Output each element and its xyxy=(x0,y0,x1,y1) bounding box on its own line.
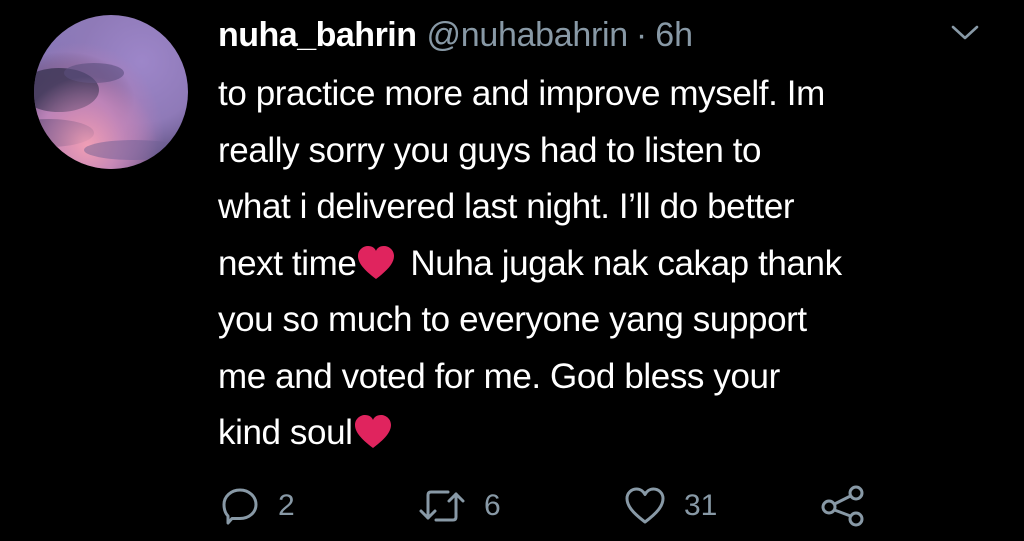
avatar-sky-image xyxy=(34,15,188,169)
like-count: 31 xyxy=(684,489,718,522)
retweet-icon xyxy=(419,490,465,522)
tweet-header: nuha_bahrin @nuhabahrin · 6h xyxy=(218,12,693,58)
tweet-actions: 2 6 31 xyxy=(0,484,1024,528)
reply-button[interactable]: 2 xyxy=(220,484,295,528)
share-icon xyxy=(821,485,864,527)
author-handle[interactable]: @nuhabahrin xyxy=(427,12,629,58)
tweet-text-line: really sorry you guys had to listen to xyxy=(218,130,762,170)
share-button[interactable] xyxy=(820,484,866,528)
retweet-button[interactable]: 6 xyxy=(418,484,501,528)
author-display-name[interactable]: nuha_bahrin xyxy=(218,12,417,58)
reply-icon xyxy=(222,488,258,525)
red-heart-emoji-icon xyxy=(354,415,391,448)
tweet-text: to practice more and improve myself. Im … xyxy=(218,66,1008,462)
reply-count: 2 xyxy=(278,489,295,522)
like-button[interactable]: 31 xyxy=(624,484,717,528)
retweet-count: 6 xyxy=(484,489,501,522)
tweet[interactable]: nuha_bahrin @nuhabahrin · 6h to practice… xyxy=(0,0,1024,541)
tweet-text-line: next time Nuha jugak nak cakap thank xyxy=(218,236,1008,293)
heart-outline-icon xyxy=(625,487,665,524)
tweet-text-line: kind soul xyxy=(218,405,1008,462)
tweet-menu-button[interactable] xyxy=(948,20,982,44)
tweet-text-line: you so much to everyone yang support xyxy=(218,300,807,339)
tweet-timestamp[interactable]: 6h xyxy=(655,12,693,58)
tweet-text-line: what i delivered last night. I’ll do bet… xyxy=(218,187,795,226)
tweet-text-segment: next time xyxy=(218,243,357,283)
red-heart-emoji-icon xyxy=(358,245,395,279)
avatar[interactable] xyxy=(34,15,188,169)
chevron-down-icon xyxy=(951,25,979,40)
tweet-text-segment: Nuha jugak nak cakap thank xyxy=(410,243,842,283)
tweet-text-line: me and voted for me. God bless your xyxy=(218,356,780,396)
separator-dot: · xyxy=(635,16,648,54)
tweet-text-segment: kind soul xyxy=(218,413,353,452)
tweet-text-line: to practice more and improve myself. Im xyxy=(218,74,825,113)
